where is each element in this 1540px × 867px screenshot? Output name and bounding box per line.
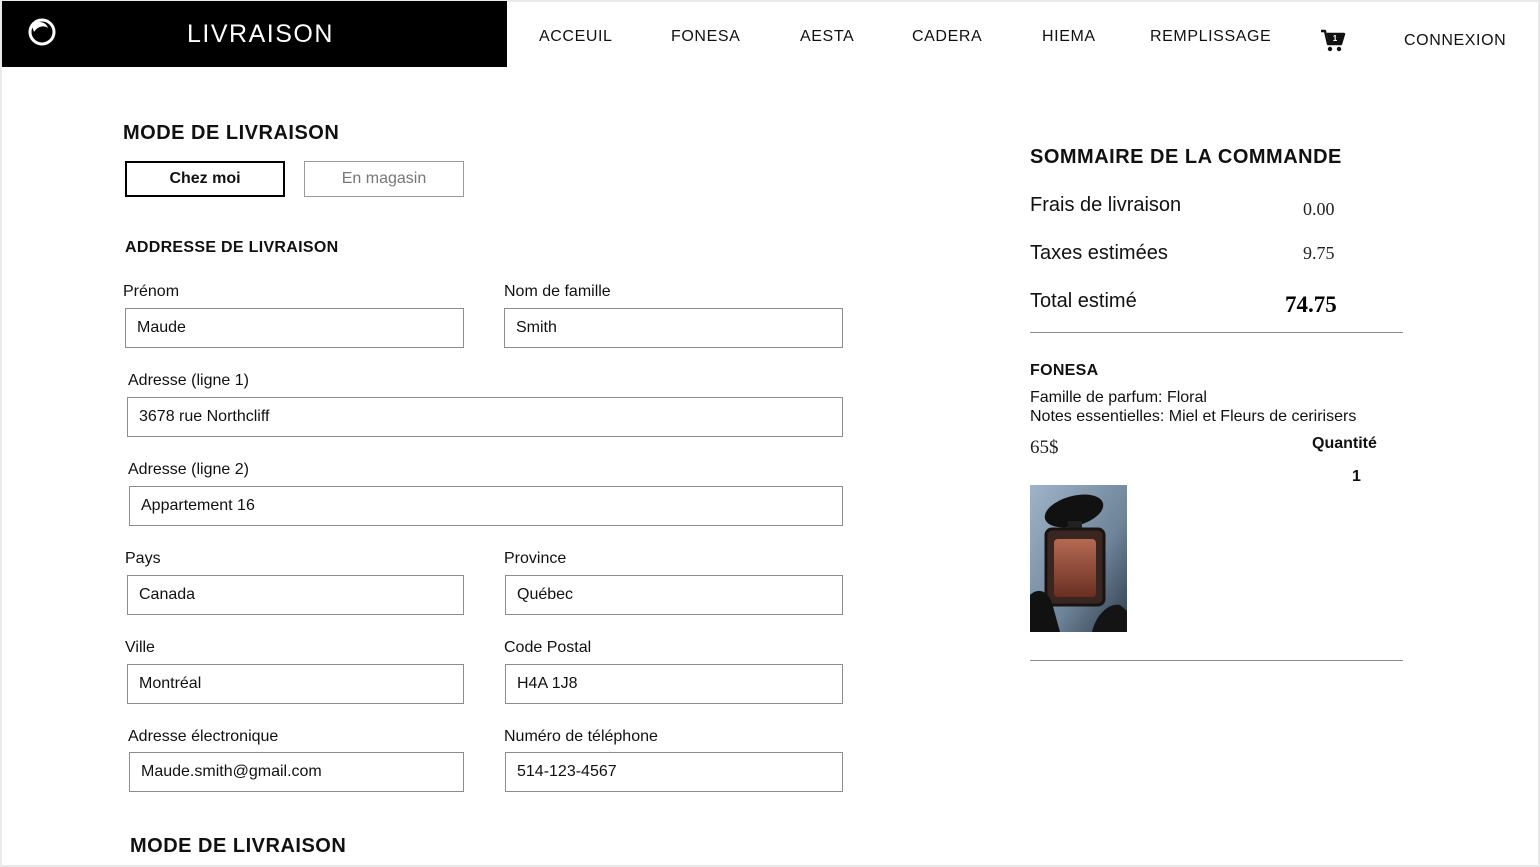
nav-fonesa[interactable]: FONESA (671, 28, 740, 46)
address1-label: Adresse (ligne 1) (128, 372, 249, 389)
last-name-input[interactable] (504, 308, 843, 348)
last-name-label: Nom de famille (504, 283, 611, 300)
phone-field[interactable] (505, 752, 843, 792)
province-input[interactable] (505, 575, 843, 615)
product-name: FONESA (1030, 362, 1099, 379)
brand-logo-icon (28, 18, 56, 46)
first-name-label: Prénom (123, 283, 180, 300)
quantity-value[interactable]: 1 (1352, 468, 1361, 486)
store-pickup-button[interactable]: En magasin (304, 161, 464, 197)
product-price: 65$ (1030, 437, 1059, 458)
address-title: ADDRESSE DE LIVRAISON (125, 239, 339, 256)
summary-title: SOMMAIRE DE LA COMMANDE (1030, 146, 1342, 168)
login-link[interactable]: CONNEXION (1404, 32, 1506, 50)
product-image (1030, 485, 1127, 632)
country-label: Pays (125, 550, 161, 567)
address1-input[interactable] (127, 397, 843, 437)
shipping-fee-value: 0.00 (1303, 199, 1335, 219)
city-label: Ville (125, 639, 155, 656)
nav-cadera[interactable]: CADERA (912, 28, 982, 46)
city-input[interactable] (127, 664, 464, 704)
address2-input[interactable] (129, 486, 843, 526)
email-label: Adresse électronique (128, 728, 279, 745)
province-label: Province (504, 550, 567, 567)
quantity-label: Quantité (1312, 435, 1377, 452)
product-family: Famille de parfum: Floral (1030, 389, 1207, 406)
nav-remplissage[interactable]: REMPLISSAGE (1150, 28, 1271, 46)
email-field[interactable] (129, 752, 464, 792)
total-label: Total estimé (1030, 290, 1137, 312)
phone-label: Numéro de téléphone (504, 728, 658, 745)
home-delivery-button[interactable]: Chez moi (125, 161, 285, 197)
total-value: 74.75 (1285, 292, 1337, 317)
nav-accueil[interactable]: ACCEUIL (539, 28, 613, 46)
brand-bar: LIVRAISON (2, 1, 507, 67)
postal-code-input[interactable] (505, 664, 843, 704)
postal-code-label: Code Postal (504, 639, 592, 656)
product-notes: Notes essentielles: Miel et Fleurs de ce… (1030, 408, 1357, 425)
delivery-mode-title: MODE DE LIVRAISON (123, 122, 340, 144)
summary-divider (1030, 332, 1403, 333)
first-name-input[interactable] (125, 308, 464, 348)
page-title: LIVRAISON (187, 20, 334, 48)
cart-icon[interactable]: 1 (1320, 28, 1346, 54)
nav-aesta[interactable]: AESTA (800, 28, 854, 46)
nav-hiema[interactable]: HIEMA (1042, 28, 1096, 46)
taxes-label: Taxes estimées (1030, 242, 1168, 264)
shipping-method-title: MODE DE LIVRAISON (130, 835, 347, 857)
taxes-value: 9.75 (1303, 243, 1335, 263)
product-divider (1030, 660, 1403, 661)
address2-label: Adresse (ligne 2) (128, 461, 249, 478)
country-input[interactable] (127, 575, 464, 615)
cart-badge: 1 (1333, 34, 1338, 43)
shipping-fee-label: Frais de livraison (1030, 194, 1182, 216)
